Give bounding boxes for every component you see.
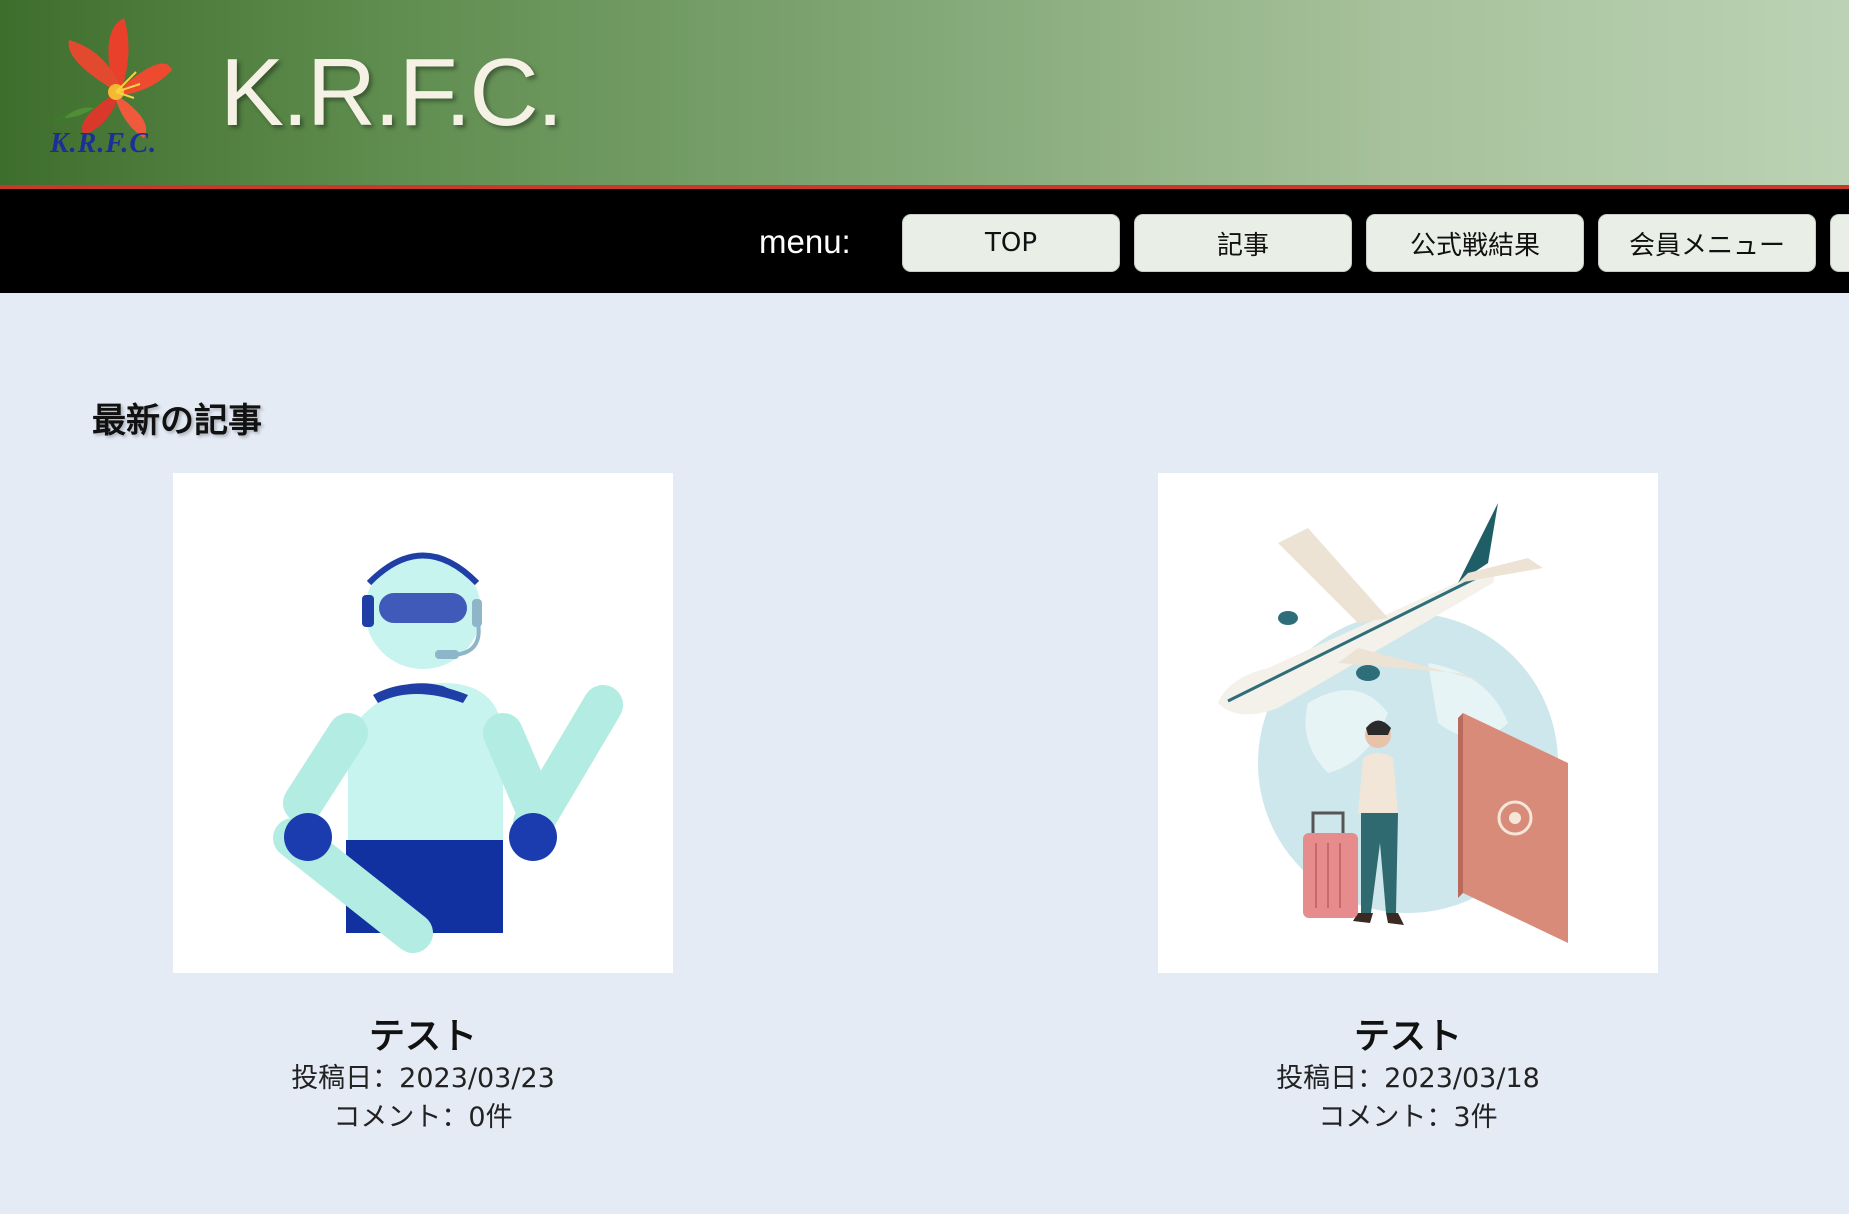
article-title[interactable]: テスト bbox=[173, 1007, 673, 1059]
menu-item-overflow[interactable] bbox=[1830, 214, 1849, 272]
logo-caption: K.R.F.C. bbox=[50, 128, 158, 159]
section-title: 最新の記事 bbox=[92, 401, 262, 441]
article-card[interactable]: テスト 投稿日：2023/03/18 コメント：3件 bbox=[1158, 473, 1658, 1137]
article-date: 投稿日：2023/03/18 bbox=[1276, 1063, 1540, 1094]
menu-item-official-results[interactable]: 公式戦結果 bbox=[1366, 214, 1584, 272]
site-header: K.R.F.C. K.R.F.C. bbox=[0, 0, 1849, 189]
menu-item-articles[interactable]: 記事 bbox=[1134, 214, 1352, 272]
article-comment-count: コメント：0件 bbox=[333, 1102, 513, 1133]
menu-bar: menu: TOP 記事 公式戦結果 会員メニュー bbox=[0, 189, 1849, 293]
menu-label: menu: bbox=[759, 223, 851, 260]
travel-illustration[interactable] bbox=[1158, 473, 1658, 973]
menu-item-member-menu[interactable]: 会員メニュー bbox=[1598, 214, 1816, 272]
robot-illustration[interactable] bbox=[173, 473, 673, 973]
article-card[interactable]: テスト 投稿日：2023/03/23 コメント：0件 bbox=[173, 473, 673, 1137]
menu-item-top[interactable]: TOP bbox=[902, 214, 1120, 272]
article-title[interactable]: テスト bbox=[1158, 1007, 1658, 1059]
site-title[interactable]: K.R.F.C. bbox=[220, 38, 563, 148]
article-comment-count: コメント：3件 bbox=[1318, 1102, 1498, 1133]
article-date: 投稿日：2023/03/23 bbox=[291, 1063, 555, 1094]
